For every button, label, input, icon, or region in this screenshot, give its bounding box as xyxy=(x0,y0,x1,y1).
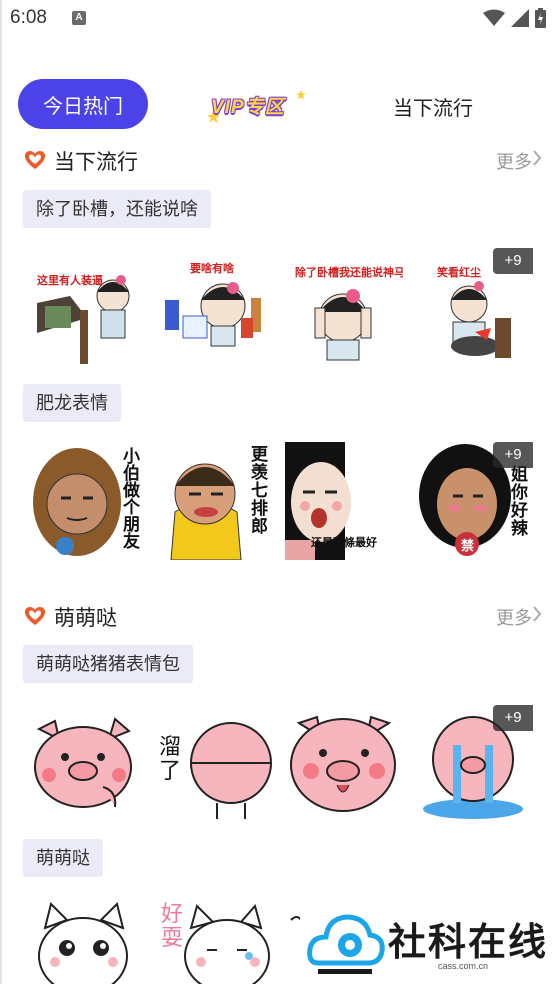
section-header-trending: 当下流行 更多 xyxy=(0,143,554,177)
sticker-thumbnail[interactable]: 溜了 xyxy=(155,705,273,823)
category-tabs: 今日热门 VIP专区 当下流行 xyxy=(0,78,554,132)
vip-label: VIP专区 xyxy=(211,97,285,118)
sticker-image xyxy=(290,715,396,812)
more-count-badge: +9 xyxy=(493,442,533,468)
sticker-image xyxy=(38,902,128,984)
sticker-caption: 姐你好辣 xyxy=(511,465,528,538)
group-chip[interactable]: 萌萌哒猪猪表情包 xyxy=(23,645,193,683)
section-title: 当下流行 xyxy=(54,151,138,174)
watermark-brand: 社科在线 xyxy=(388,922,549,964)
watermark-url: cass.com.cn xyxy=(437,961,488,971)
sticker-thumbnail[interactable]: 禁 姐你好辣 +9 xyxy=(415,442,533,560)
sticker-caption: 小伯做个朋友 xyxy=(123,447,140,551)
tab-today-hot[interactable]: 今日热门 xyxy=(18,79,148,129)
cloud-logo-icon xyxy=(307,914,385,974)
sticker-caption: 更羡七排郎 xyxy=(251,445,268,536)
wifi-icon xyxy=(483,9,505,26)
sticker-thumbnail[interactable] xyxy=(25,705,143,823)
sticker-thumbnail[interactable] xyxy=(25,898,143,984)
sticker-caption: 要啥有啥 xyxy=(190,263,234,275)
status-bar: 6:08 A xyxy=(0,0,554,38)
sticker-thumbnail[interactable]: 好耍 xyxy=(155,898,273,984)
tab-trending[interactable]: 当下流行 xyxy=(393,92,473,121)
sticker-caption: 这里有人装逼 xyxy=(37,275,103,287)
sticker-thumbnail[interactable]: 这里有人装逼 xyxy=(25,248,143,366)
group-chip[interactable]: 除了卧槽，还能说啥 xyxy=(23,190,211,228)
group-chip[interactable]: 萌萌哒 xyxy=(23,839,103,877)
more-count-badge: +9 xyxy=(493,248,533,274)
heart-icon xyxy=(25,607,45,625)
sticker-image xyxy=(34,717,132,808)
chevron-right-icon[interactable] xyxy=(532,605,542,623)
sticker-caption: 还是著條最好 xyxy=(311,537,377,549)
sticker-image xyxy=(37,275,130,364)
sticker-thumbnail[interactable]: 笑看红尘 +9 xyxy=(415,248,533,366)
tab-vip-zone[interactable]: VIP专区 xyxy=(205,86,315,126)
group-chip[interactable]: 肥龙表情 xyxy=(23,384,121,422)
more-link[interactable]: 更多 xyxy=(496,148,532,174)
sticker-caption: 好耍 xyxy=(161,901,184,950)
sticker-row: 这里有人装逼 要啥有啥 除了卧槽我还能说神马 笑看红尘 +9 xyxy=(25,248,533,366)
status-time: 6:08 xyxy=(10,7,47,28)
sticker-row: 溜了 +9 xyxy=(25,705,533,823)
battery-icon xyxy=(535,8,546,28)
sticker-caption: 除了卧槽我还能说神马 xyxy=(295,267,403,279)
sticker-thumbnail[interactable]: 要啥有啥 xyxy=(155,248,273,366)
sticker-thumbnail[interactable]: +9 xyxy=(415,705,533,823)
sticker-caption: 溜了 xyxy=(159,734,182,783)
more-count-badge: +9 xyxy=(493,705,533,731)
status-icons xyxy=(483,8,546,28)
more-link[interactable]: 更多 xyxy=(496,604,532,630)
section-header-cute: 萌萌哒 更多 xyxy=(0,599,554,633)
heart-icon xyxy=(25,151,45,169)
forbidden-tag: 禁 xyxy=(461,538,475,553)
sticker-thumbnail[interactable]: 小伯做个朋友 xyxy=(25,442,143,560)
signal-icon xyxy=(511,9,529,27)
sticker-thumbnail[interactable]: 还是著條最好 xyxy=(285,442,403,560)
sticker-caption: 笑看红尘 xyxy=(437,267,481,279)
sticker-row: 小伯做个朋友 更羡七排郎 还是著條最好 禁 姐你好辣 +9 xyxy=(25,442,533,560)
sticker-thumbnail[interactable]: 除了卧槽我还能说神马 xyxy=(285,248,403,366)
sticker-thumbnail[interactable]: 更羡七排郎 xyxy=(155,442,273,560)
watermark: 社科在线 cass.com.cn xyxy=(300,895,554,984)
sticker-thumbnail[interactable] xyxy=(285,705,403,823)
chevron-right-icon[interactable] xyxy=(532,149,542,167)
notification-a-icon: A xyxy=(72,11,86,25)
section-title: 萌萌哒 xyxy=(54,607,117,630)
